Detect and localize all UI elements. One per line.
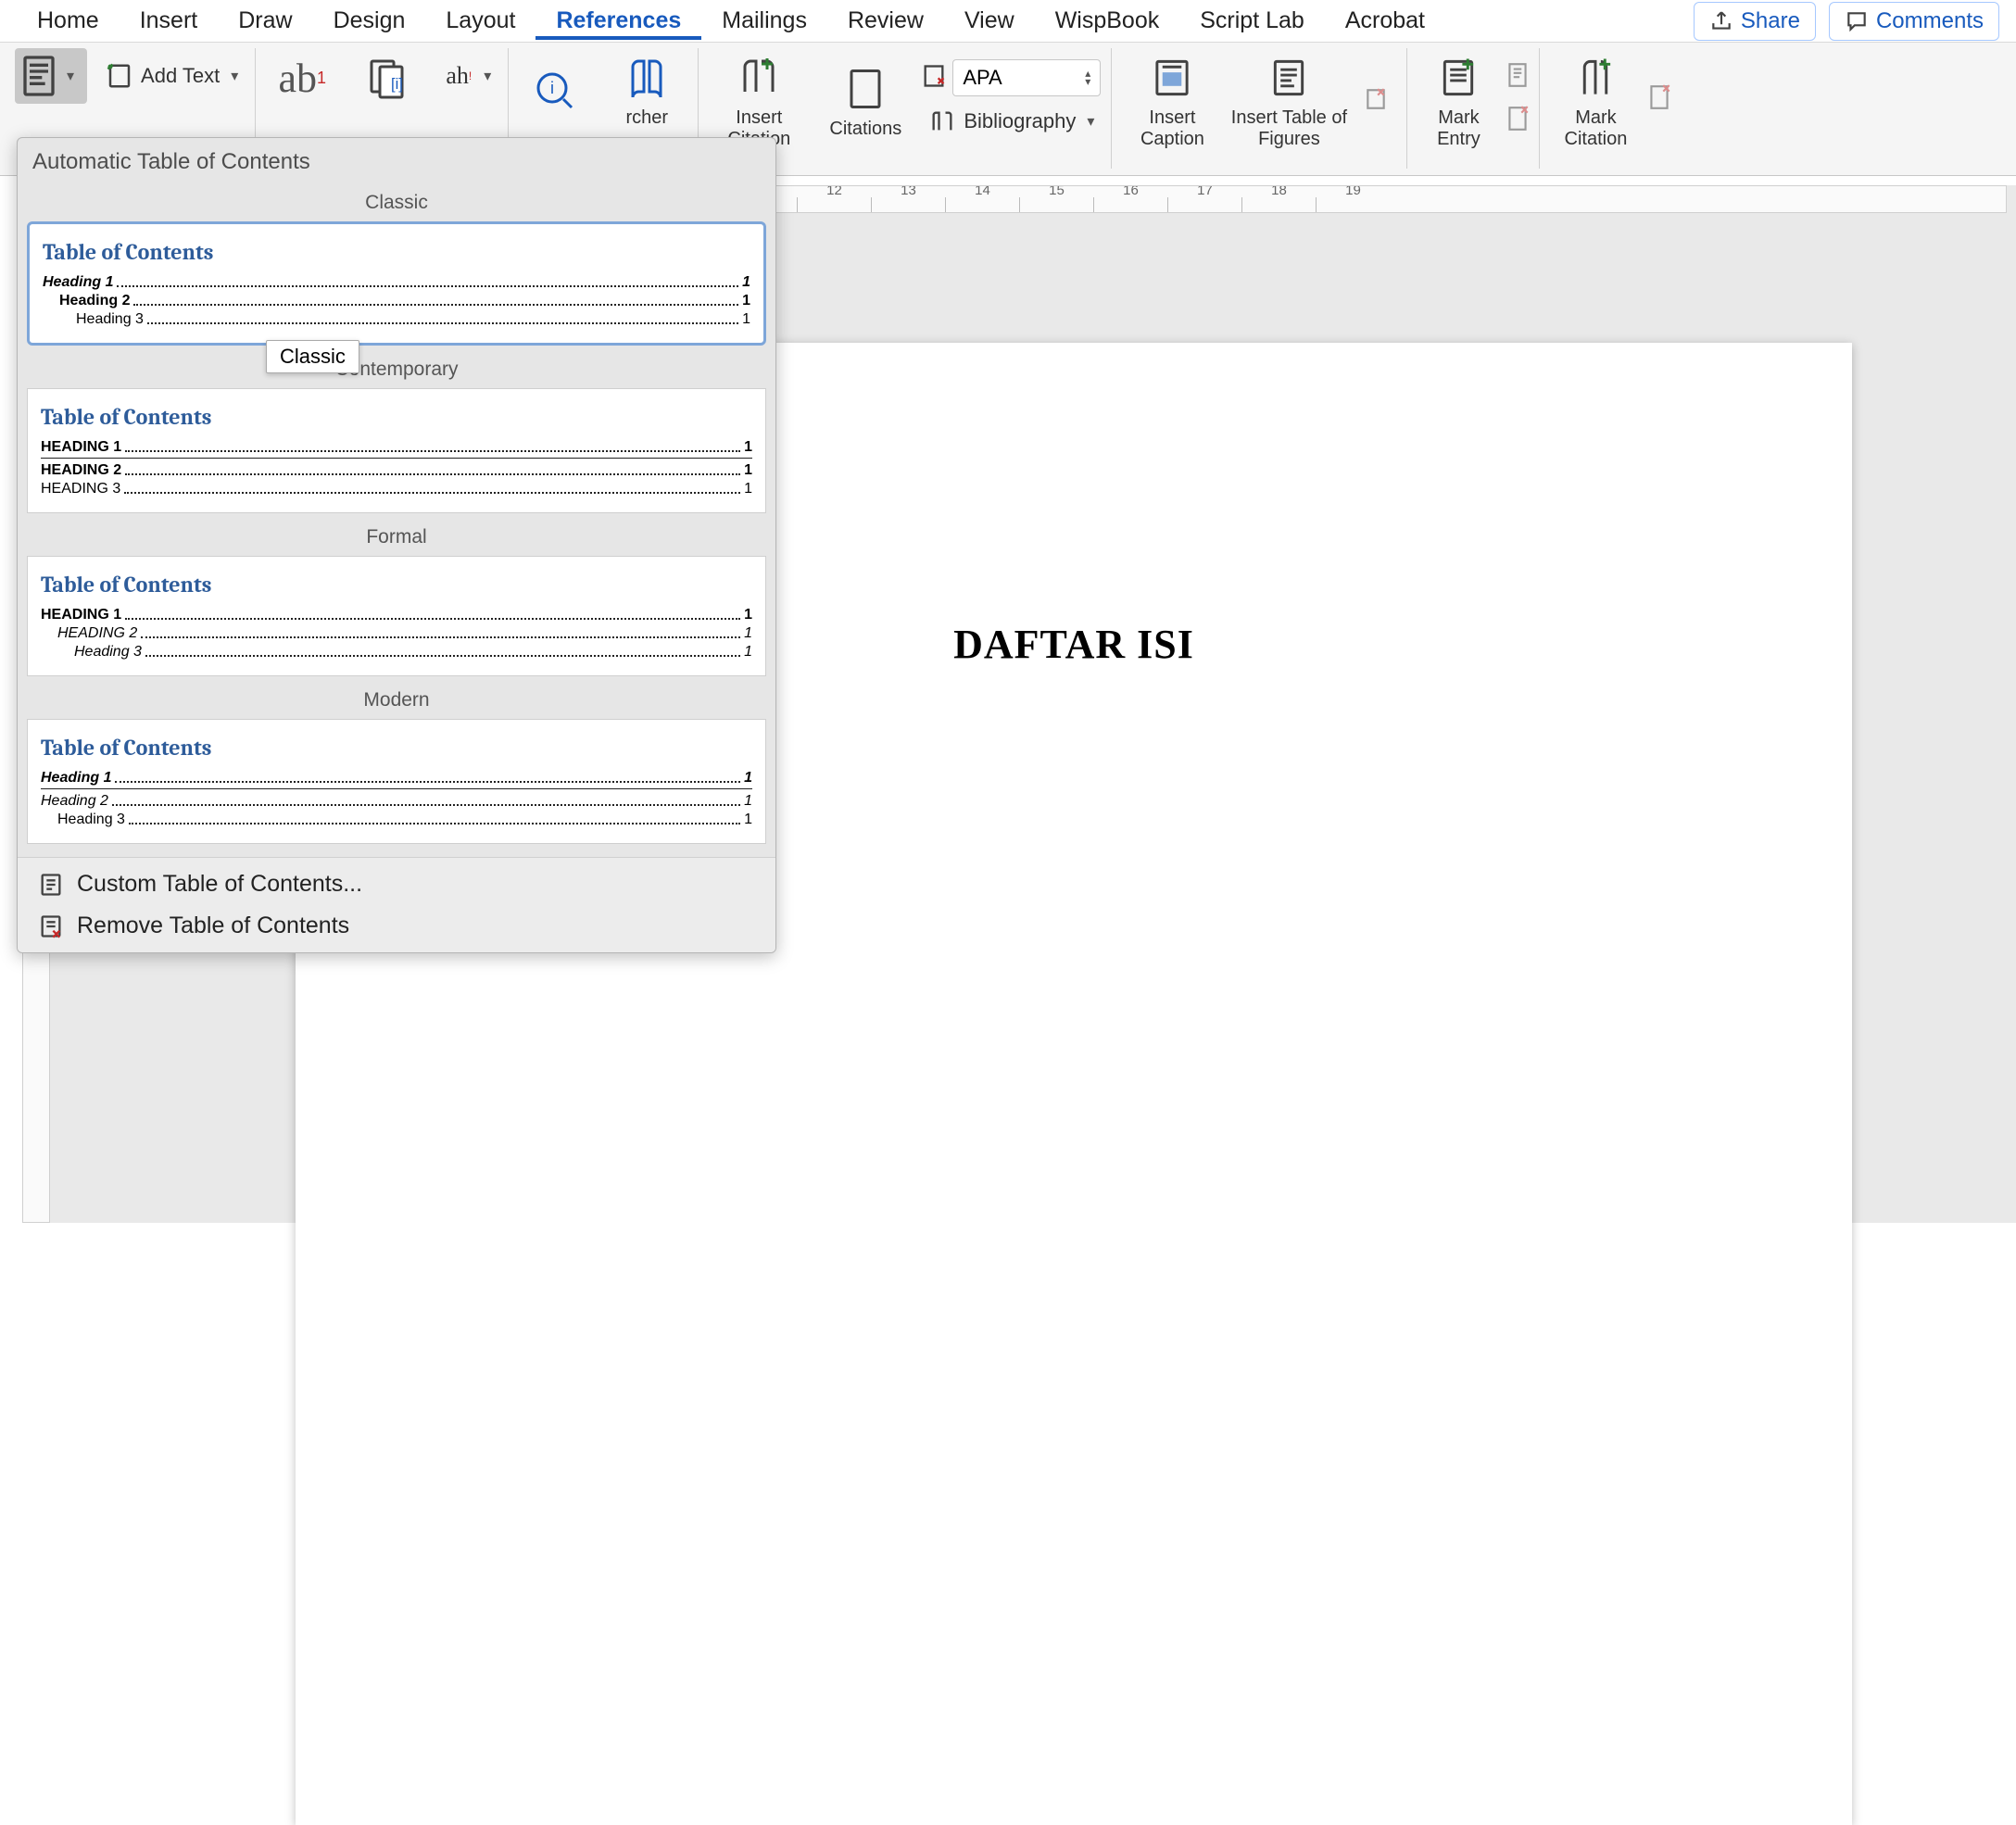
toc-preview-line: Heading 11 bbox=[43, 274, 750, 291]
custom-toc-label: Custom Table of Contents... bbox=[77, 871, 362, 898]
citations-label: Citations bbox=[829, 119, 901, 140]
ribbon-tabs: Home Insert Draw Design Layout Reference… bbox=[0, 0, 2016, 43]
svg-text:[i]: [i] bbox=[391, 76, 403, 93]
researcher-button[interactable]: rcher bbox=[605, 48, 688, 129]
share-button[interactable]: Share bbox=[1694, 2, 1816, 41]
toc-style-contemporary[interactable]: Table of Contents HEADING 11 HEADING 21 HEA… bbox=[27, 388, 766, 513]
smart-lookup-button[interactable]: i bbox=[518, 61, 592, 117]
toc-preview-line: Heading 31 bbox=[41, 644, 752, 661]
toc-preview-line: Heading 31 bbox=[41, 812, 752, 828]
chevron-down-icon: ▾ bbox=[67, 67, 74, 85]
toc-style-name: Formal bbox=[27, 519, 766, 556]
tab-draw[interactable]: Draw bbox=[218, 2, 312, 40]
toc-style-name: Modern bbox=[27, 682, 766, 719]
mark-entry-button[interactable]: Mark Entry bbox=[1417, 48, 1500, 150]
toc-dropdown-header: Automatic Table of Contents bbox=[18, 138, 775, 184]
update-index-icon[interactable] bbox=[1506, 105, 1530, 137]
insert-caption-label: Insert Caption bbox=[1121, 107, 1223, 150]
toc-style-name: Contemporary bbox=[27, 351, 766, 388]
add-text-button[interactable]: Add Text ▾ bbox=[98, 58, 246, 94]
toc-preview-title: Table of Contents bbox=[41, 735, 752, 761]
citations-button[interactable]: Citations bbox=[819, 59, 912, 140]
researcher-label: rcher bbox=[626, 107, 669, 129]
toc-preview-line: HEADING 21 bbox=[41, 625, 752, 642]
toc-style-classic[interactable]: Table of Contents Heading 11 Heading 21 Hea… bbox=[27, 221, 766, 346]
tab-home[interactable]: Home bbox=[17, 2, 120, 40]
mark-entry-label: Mark Entry bbox=[1417, 107, 1500, 150]
custom-toc-button[interactable]: Custom Table of Contents... bbox=[18, 863, 775, 905]
citation-style-value: APA bbox=[963, 66, 1002, 90]
mark-citation-label: Mark Citation bbox=[1549, 107, 1642, 150]
ruler-mark: 19 bbox=[1316, 197, 1390, 212]
toc-preview-line: Heading 31 bbox=[43, 311, 750, 328]
toc-preview-line: Heading 21 bbox=[41, 793, 752, 810]
insert-tof-label: Insert Table of Figures bbox=[1228, 107, 1349, 150]
update-table-button[interactable] bbox=[1354, 82, 1397, 117]
bibliography-label: Bibliography bbox=[964, 109, 1076, 133]
insert-endnote-button[interactable]: [i] bbox=[356, 48, 421, 104]
toc-preview-line: HEADING 11 bbox=[41, 607, 752, 623]
insert-tof-button[interactable]: Insert Table of Figures bbox=[1228, 48, 1349, 150]
group-captions: Insert Caption Insert Table of Figures bbox=[1112, 48, 1407, 169]
tab-wispbook[interactable]: WispBook bbox=[1035, 2, 1180, 40]
tab-acrobat[interactable]: Acrobat bbox=[1325, 2, 1445, 40]
toc-preview-title: Table of Contents bbox=[43, 239, 750, 265]
tab-review[interactable]: Review bbox=[827, 2, 944, 40]
ruler-mark: 16 bbox=[1093, 197, 1167, 212]
comments-button[interactable]: Comments bbox=[1829, 2, 1999, 41]
toc-style-name: Classic bbox=[27, 184, 766, 221]
tab-view[interactable]: View bbox=[944, 2, 1035, 40]
ruler-mark: 17 bbox=[1167, 197, 1241, 212]
tab-references[interactable]: References bbox=[536, 2, 701, 40]
svg-text:i: i bbox=[550, 79, 554, 97]
group-toa: Mark Citation bbox=[1540, 48, 1681, 169]
toc-styles-list[interactable]: Classic Table of Contents Heading 11 Headin… bbox=[18, 184, 775, 857]
style-icon bbox=[921, 63, 947, 94]
tab-insert[interactable]: Insert bbox=[120, 2, 219, 40]
toc-preview-title: Table of Contents bbox=[41, 404, 752, 430]
next-footnote-button[interactable]: ah!▾ bbox=[437, 58, 498, 94]
toc-preview-title: Table of Contents bbox=[41, 572, 752, 598]
insert-index-icon[interactable] bbox=[1506, 61, 1530, 94]
toc-preview-line: HEADING 11 bbox=[41, 439, 752, 459]
toc-dropdown-panel: Automatic Table of Contents ClassicTable… bbox=[17, 137, 776, 953]
comments-label: Comments bbox=[1876, 8, 1984, 34]
insert-caption-button[interactable]: Insert Caption bbox=[1121, 48, 1223, 150]
remove-toc-label: Remove Table of Contents bbox=[77, 912, 349, 939]
group-index: Mark Entry bbox=[1407, 48, 1540, 169]
toc-style-modern[interactable]: Table of Contents Heading 11 Heading 21 Hea… bbox=[27, 719, 766, 844]
insert-toa-icon[interactable] bbox=[1647, 99, 1671, 115]
toc-dropdown-button[interactable]: ▾ bbox=[15, 48, 87, 104]
bibliography-button[interactable]: Bibliography ▾ bbox=[921, 104, 1102, 139]
mark-citation-button[interactable]: Mark Citation bbox=[1549, 48, 1642, 150]
citation-style-select[interactable]: APA ▴▾ bbox=[952, 59, 1101, 96]
toc-style-tooltip: Classic bbox=[266, 340, 359, 373]
add-text-label: Add Text bbox=[141, 64, 220, 88]
ruler-mark: 14 bbox=[945, 197, 1019, 212]
toc-style-formal[interactable]: Table of Contents HEADING 11 HEADING 21 Hea… bbox=[27, 556, 766, 676]
ruler-mark: 12 bbox=[797, 197, 871, 212]
tab-scriptlab[interactable]: Script Lab bbox=[1179, 2, 1325, 40]
ruler-mark: 13 bbox=[871, 197, 945, 212]
tab-layout[interactable]: Layout bbox=[425, 2, 536, 40]
tab-mailings[interactable]: Mailings bbox=[701, 2, 827, 40]
ruler-mark: 15 bbox=[1019, 197, 1093, 212]
tab-design[interactable]: Design bbox=[313, 2, 426, 40]
insert-citation-button[interactable]: Insert Citation bbox=[708, 48, 810, 150]
remove-toc-button[interactable]: Remove Table of Contents bbox=[18, 905, 775, 947]
toc-preview-line: Heading 21 bbox=[43, 293, 750, 309]
insert-footnote-button[interactable]: ab1 bbox=[265, 48, 339, 104]
share-label: Share bbox=[1741, 8, 1800, 34]
toc-preview-line: HEADING 21 bbox=[41, 462, 752, 479]
toc-preview-line: Heading 11 bbox=[41, 770, 752, 789]
ruler-mark: 18 bbox=[1241, 197, 1316, 212]
toc-preview-line: HEADING 31 bbox=[41, 481, 752, 497]
chevron-down-icon: ▾ bbox=[231, 67, 238, 85]
